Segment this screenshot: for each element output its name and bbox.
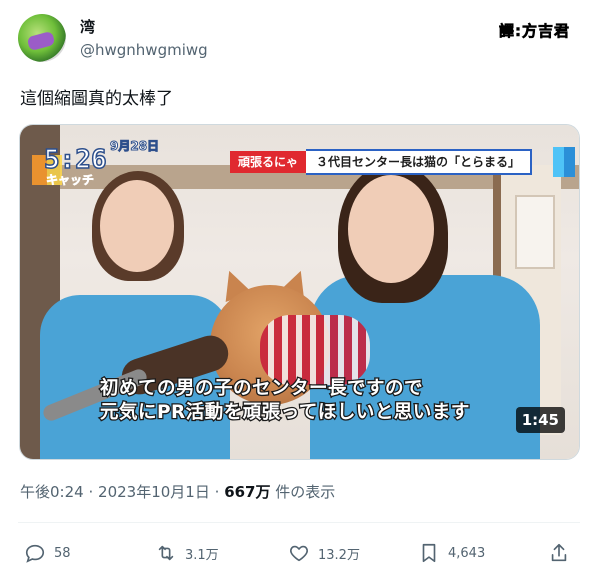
video-thumbnail[interactable]: 5:26 9月28日 キャッチ 頑張るにゃ ３代目センター長は猫の「とらまる」 …	[19, 124, 580, 460]
reply-count: 58	[54, 545, 71, 561]
avatar[interactable]	[18, 14, 66, 62]
like-count: 13.2万	[318, 547, 360, 563]
heart-icon	[290, 545, 308, 562]
video-frame: 5:26 9月28日 キャッチ 頑張るにゃ ３代目センター長は猫の「とらまる」 …	[20, 125, 579, 459]
banner-tag: 頑張るにゃ	[230, 151, 307, 173]
share-button[interactable]	[548, 538, 570, 568]
tweet-time[interactable]: 午後0:24	[20, 483, 84, 501]
person-right-face	[348, 175, 434, 283]
subtitle-line-2: 元気にPR活動を頑張ってほしいと思います	[99, 401, 471, 425]
bookmark-count: 4,643	[448, 545, 486, 561]
reply-icon	[25, 544, 45, 563]
retweet-button[interactable]: 3.1万	[155, 538, 219, 568]
door-window	[515, 195, 555, 269]
tv-date: 9月28日	[109, 139, 160, 154]
tweet-text: 這個縮圖真的太棒了	[20, 89, 173, 109]
news-banner: 頑張るにゃ ３代目センター長は猫の「とらまる」	[230, 149, 533, 175]
translator-watermark: 譯:方吉君	[499, 22, 570, 41]
views-label: 件の表示	[275, 483, 336, 501]
bookmark-icon	[422, 543, 436, 563]
retweet-count: 3.1万	[185, 547, 219, 563]
views-count: 667万	[224, 483, 271, 501]
meta-separator: ·	[214, 483, 220, 501]
subtitle-caption: 初めての男の子のセンター長ですので 元気にPR活動を頑張ってほしいと思います	[99, 377, 471, 425]
user-handle[interactable]: @hwgnhwgmiwg	[80, 41, 208, 59]
subtitle-line-1: 初めての男の子のセンター長ですので	[99, 377, 424, 401]
bookmark-button[interactable]: 4,643	[418, 538, 485, 568]
tweet-date[interactable]: 2023年10月1日	[98, 483, 210, 501]
divider	[18, 522, 580, 523]
meta-separator: ·	[88, 483, 94, 501]
program-logo: キャッチ	[46, 173, 95, 188]
reply-button[interactable]: 58	[24, 538, 71, 568]
retweet-icon	[158, 545, 174, 561]
display-name[interactable]: 湾	[80, 16, 95, 37]
cat-harness	[260, 315, 370, 385]
like-button[interactable]: 13.2万	[288, 538, 360, 568]
banner-deco	[553, 147, 575, 177]
video-duration: 1:45	[515, 407, 565, 433]
person-left-face	[100, 180, 174, 272]
tweet-meta: 午後0:24 · 2023年10月1日 · 667万 件の表示	[20, 481, 335, 502]
banner-headline: ３代目センター長は猫の「とらまる」	[306, 149, 533, 175]
action-bar: 58 3.1万 13.2万 4,643	[0, 538, 598, 568]
share-icon	[551, 543, 567, 562]
